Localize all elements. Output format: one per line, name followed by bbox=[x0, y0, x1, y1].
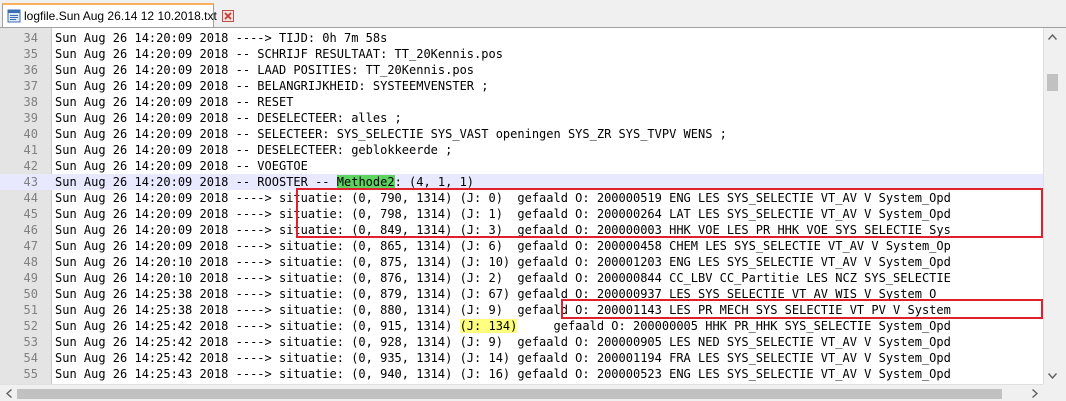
horizontal-scrollbar[interactable] bbox=[0, 384, 1043, 401]
text-line[interactable]: 36 Sun Aug 26 14:20:09 2018 -- LAAD POSIT… bbox=[0, 62, 1043, 78]
line-text: Sun Aug 26 14:20:09 2018 -- DESELECTEER:… bbox=[55, 143, 453, 157]
window-border bbox=[1060, 28, 1066, 401]
scroll-right-icon[interactable] bbox=[1026, 385, 1043, 401]
line-text: Sun Aug 26 14:25:42 2018 ----> situatie:… bbox=[55, 351, 951, 365]
text-line[interactable]: 52 Sun Aug 26 14:25:42 2018 ----> situati… bbox=[0, 318, 1043, 334]
close-icon[interactable] bbox=[221, 10, 234, 22]
line-text: Sun Aug 26 14:20:09 2018 -- VOEGTOE bbox=[55, 159, 308, 173]
line-number: 43 bbox=[23, 175, 38, 189]
text-line[interactable]: 48 Sun Aug 26 14:20:10 2018 ----> situati… bbox=[0, 254, 1043, 270]
tab-strip: logfile.Sun Aug 26.14 12 10.2018.txt bbox=[0, 0, 1066, 28]
annotation-box-lines-44-46 bbox=[296, 188, 1043, 238]
text-line[interactable]: 55 Sun Aug 26 14:25:43 2018 ----> situati… bbox=[0, 366, 1043, 382]
vertical-scroll-thumb[interactable] bbox=[1047, 74, 1058, 91]
line-text: Sun Aug 26 14:25:43 2018 ----> situatie:… bbox=[55, 367, 951, 381]
line-text: Sun Aug 26 14:25:42 2018 ----> situatie:… bbox=[55, 318, 951, 334]
scroll-up-icon[interactable] bbox=[1044, 28, 1061, 45]
line-number: 54 bbox=[23, 351, 38, 365]
line-number: 52 bbox=[23, 319, 38, 333]
line-text: Sun Aug 26 14:20:09 2018 -- LAAD POSITIE… bbox=[55, 63, 475, 77]
line-number: 36 bbox=[23, 63, 38, 77]
line-text: Sun Aug 26 14:20:09 2018 -- SELECTEER: S… bbox=[55, 127, 727, 141]
text-line[interactable]: 39 Sun Aug 26 14:20:09 2018 -- DESELECTEE… bbox=[0, 110, 1043, 126]
line-text: Sun Aug 26 14:25:42 2018 ----> situatie:… bbox=[55, 335, 951, 349]
annotation-box-line-51 bbox=[561, 299, 1043, 319]
line-text: Sun Aug 26 14:20:09 2018 -- RESET bbox=[55, 95, 294, 109]
line-number: 47 bbox=[23, 239, 38, 253]
line-number: 53 bbox=[23, 335, 38, 349]
text-line[interactable]: 42 Sun Aug 26 14:20:09 2018 -- VOEGTOE bbox=[0, 158, 1043, 174]
text-line[interactable]: 37 Sun Aug 26 14:20:09 2018 -- BELANGRIJK… bbox=[0, 78, 1043, 94]
line-text: Sun Aug 26 14:20:10 2018 ----> situatie:… bbox=[55, 271, 951, 285]
text-line[interactable]: 53 Sun Aug 26 14:25:42 2018 ----> situati… bbox=[0, 334, 1043, 350]
line-number: 42 bbox=[23, 159, 38, 173]
text-line[interactable]: 34 Sun Aug 26 14:20:09 2018 ----> TIJD: 0… bbox=[0, 30, 1043, 46]
line-text: Sun Aug 26 14:20:09 2018 -- DESELECTEER:… bbox=[55, 111, 402, 125]
scrollbar-corner bbox=[1043, 384, 1060, 401]
highlighted-text: (J: 134) bbox=[459, 319, 518, 333]
line-text: Sun Aug 26 14:20:09 2018 -- BELANGRIJKHE… bbox=[55, 79, 489, 93]
text-line[interactable]: 40 Sun Aug 26 14:20:09 2018 -- SELECTEER:… bbox=[0, 126, 1043, 142]
horizontal-scroll-thumb[interactable] bbox=[17, 389, 1002, 399]
line-number: 40 bbox=[23, 127, 38, 141]
line-number: 37 bbox=[23, 79, 38, 93]
text-line[interactable]: 41 Sun Aug 26 14:20:09 2018 -- DESELECTEE… bbox=[0, 142, 1043, 158]
text-line[interactable]: 35 Sun Aug 26 14:20:09 2018 -- SCHRIJF RE… bbox=[0, 46, 1043, 62]
line-text-prefix: Sun Aug 26 14:20:09 2018 -- ROOSTER -- bbox=[55, 175, 337, 189]
notepad-window: logfile.Sun Aug 26.14 12 10.2018.txt 34 S… bbox=[0, 0, 1066, 401]
line-text: Sun Aug 26 14:20:09 2018 ----> situatie:… bbox=[55, 239, 951, 253]
scroll-down-icon[interactable] bbox=[1044, 367, 1061, 384]
line-text: Sun Aug 26 14:20:10 2018 ----> situatie:… bbox=[55, 255, 951, 269]
line-number: 51 bbox=[23, 303, 38, 317]
line-number: 45 bbox=[23, 207, 38, 221]
vertical-scrollbar[interactable] bbox=[1043, 28, 1061, 384]
line-text-suffix: : (4, 1, 1) bbox=[394, 175, 475, 189]
file-tab[interactable]: logfile.Sun Aug 26.14 12 10.2018.txt bbox=[2, 3, 234, 27]
line-number: 49 bbox=[23, 271, 38, 285]
text-file-icon bbox=[7, 9, 21, 23]
line-number: 48 bbox=[23, 255, 38, 269]
line-number: 55 bbox=[23, 367, 38, 381]
line-number: 46 bbox=[23, 223, 38, 237]
line-number: 34 bbox=[23, 31, 38, 45]
line-number: 35 bbox=[23, 47, 38, 61]
highlighted-text: Methode2 bbox=[336, 175, 395, 189]
text-line[interactable]: 54 Sun Aug 26 14:25:42 2018 ----> situati… bbox=[0, 350, 1043, 366]
line-number: 44 bbox=[23, 191, 38, 205]
line-number: 39 bbox=[23, 111, 38, 125]
text-line[interactable]: 38 Sun Aug 26 14:20:09 2018 -- RESET bbox=[0, 94, 1043, 110]
text-line[interactable]: 49 Sun Aug 26 14:20:10 2018 ----> situati… bbox=[0, 270, 1043, 286]
line-number: 38 bbox=[23, 95, 38, 109]
scroll-left-icon[interactable] bbox=[0, 385, 17, 401]
line-text-prefix: Sun Aug 26 14:25:42 2018 ----> situatie:… bbox=[55, 319, 460, 333]
line-text: Sun Aug 26 14:20:09 2018 -- SCHRIJF RESU… bbox=[55, 47, 503, 61]
tab-label: logfile.Sun Aug 26.14 12 10.2018.txt bbox=[24, 9, 217, 23]
text-line[interactable]: 47 Sun Aug 26 14:20:09 2018 ----> situati… bbox=[0, 238, 1043, 254]
line-text: Sun Aug 26 14:20:09 2018 ----> TIJD: 0h … bbox=[55, 31, 388, 45]
line-text-suffix: gefaald O: 200000005 HHK PR_HHK SYS_SELE… bbox=[517, 319, 951, 333]
editor-area[interactable]: 34 Sun Aug 26 14:20:09 2018 ----> TIJD: 0… bbox=[0, 28, 1066, 401]
line-number: 41 bbox=[23, 143, 38, 157]
line-number: 50 bbox=[23, 287, 38, 301]
